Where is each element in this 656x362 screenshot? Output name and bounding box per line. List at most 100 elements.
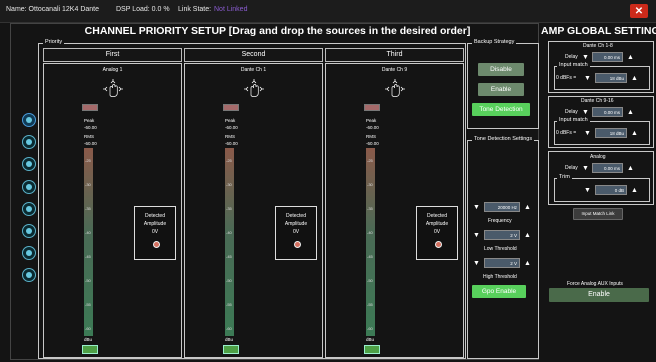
dante-1-8-match-stepper[interactable]: ▼ 18 dBu ▲: [582, 73, 640, 84]
amplitude-value: 0V: [292, 229, 300, 235]
peak-indicator: [82, 104, 98, 111]
drag-hand-icon[interactable]: [243, 78, 265, 98]
frequency-value[interactable]: 20000 Hz: [484, 202, 520, 212]
increment-icon[interactable]: ▲: [625, 163, 636, 174]
channel-knob-5[interactable]: [22, 202, 36, 216]
decrement-icon[interactable]: ▼: [471, 258, 482, 269]
scale-tick: -45: [367, 254, 373, 259]
amplitude-value: 0V: [151, 229, 159, 235]
unit-label: dBu: [84, 337, 93, 342]
close-icon: ✕: [634, 5, 644, 17]
decrement-icon[interactable]: ▼: [580, 163, 591, 174]
delay-label: Delay: [565, 165, 578, 171]
channel-knob-3[interactable]: [22, 157, 36, 171]
match-value[interactable]: 18 dBu: [595, 73, 627, 83]
low-threshold-value[interactable]: 2 V: [484, 230, 520, 240]
trim-value[interactable]: 0 dB: [595, 185, 627, 195]
source-name: Analog 1: [102, 67, 123, 73]
detected-label: Detected: [144, 213, 165, 219]
peak-value: -60.00: [84, 125, 97, 130]
peak-value: -60.00: [225, 125, 238, 130]
increment-icon[interactable]: ▲: [625, 52, 636, 63]
scale-tick: -50: [85, 278, 91, 283]
disable-button[interactable]: Disable: [478, 63, 524, 76]
decrement-icon[interactable]: ▼: [582, 73, 593, 84]
source-name: Dante Ch 9: [381, 67, 408, 73]
frequency-stepper[interactable]: ▼ 20000 Hz ▲: [471, 202, 533, 213]
enable-button[interactable]: Enable: [478, 83, 524, 96]
trim-label: Trim: [557, 174, 572, 180]
dante-9-16-label: Dante Ch 9-16: [581, 98, 614, 104]
channel-knob-1[interactable]: [22, 113, 36, 127]
source-panel-first[interactable]: Analog 1 Peak -60.00 RMS -60.00 -25 -30 …: [43, 63, 182, 358]
top-bar: Name: Ottocanali 12K4 Dante DSP Load: 0.…: [0, 0, 656, 23]
decrement-icon[interactable]: ▼: [582, 128, 593, 139]
tone-detection-button[interactable]: Tone Detection: [472, 103, 530, 116]
channel-knob-2[interactable]: [22, 135, 36, 149]
amp-global-title: AMP GLOBAL SETTINGS: [541, 25, 656, 37]
drag-hand-icon[interactable]: [102, 78, 124, 98]
channel-knob-7[interactable]: [22, 246, 36, 260]
input-match-link-button[interactable]: Input Match Link: [573, 208, 623, 220]
analog-trim-stepper[interactable]: ▼ 0 dB ▲: [582, 185, 640, 196]
source-panel-second[interactable]: Dante Ch 1 Peak -60.00 RMS -60.00 -25 -3…: [184, 63, 323, 358]
scale-tick: -25: [226, 158, 232, 163]
delay-value[interactable]: 0.00 ms: [592, 107, 623, 117]
decrement-icon[interactable]: ▼: [471, 202, 482, 213]
scale-tick: -45: [85, 254, 91, 259]
channel-knob-6[interactable]: [22, 224, 36, 238]
signal-indicator: [223, 345, 239, 354]
analog-delay-stepper[interactable]: ▼ 0.00 ms ▲: [580, 163, 636, 174]
signal-indicator: [364, 345, 380, 354]
rms-value: -60.00: [366, 141, 379, 146]
delay-value[interactable]: 0.00 ms: [592, 52, 623, 62]
level-meter: [366, 148, 375, 336]
detected-amplitude-box: Detected Amplitude 0V: [134, 206, 176, 260]
increment-icon[interactable]: ▲: [522, 258, 533, 269]
scale-tick: -60: [367, 326, 373, 331]
gpo-enable-button[interactable]: Gpo Enable: [472, 285, 526, 298]
low-threshold-stepper[interactable]: ▼ 2 V ▲: [471, 230, 533, 241]
decrement-icon[interactable]: ▼: [582, 185, 593, 196]
column-header-third: Third: [325, 48, 464, 62]
scale-tick: -35: [85, 206, 91, 211]
increment-icon[interactable]: ▲: [522, 202, 533, 213]
increment-icon[interactable]: ▲: [522, 230, 533, 241]
match-value[interactable]: 18 dBu: [595, 128, 627, 138]
detected-amplitude-box: Detected Amplitude 0V: [275, 206, 317, 260]
unit-label: dBu: [366, 337, 375, 342]
scale-tick: -50: [367, 278, 373, 283]
detected-label: Detected: [426, 213, 447, 219]
high-threshold-stepper[interactable]: ▼ 2 V ▲: [471, 258, 533, 269]
source-panel-third[interactable]: Dante Ch 9 Peak -60.00 RMS -60.00 -25 -3…: [325, 63, 464, 358]
rms-label: RMS: [225, 134, 235, 139]
close-button[interactable]: ✕: [630, 4, 648, 18]
increment-icon[interactable]: ▲: [629, 185, 640, 196]
scale-tick: -50: [226, 278, 232, 283]
low-threshold-label: Low Threshold: [484, 246, 517, 252]
high-threshold-value[interactable]: 2 V: [484, 258, 520, 268]
dante-9-16-match-stepper[interactable]: ▼ 18 dBu ▲: [582, 128, 640, 139]
channel-knob-4[interactable]: [22, 180, 36, 194]
level-meter: [225, 148, 234, 336]
force-analog-enable-button[interactable]: Enable: [549, 288, 649, 302]
decrement-icon[interactable]: ▼: [471, 230, 482, 241]
increment-icon[interactable]: ▲: [629, 128, 640, 139]
increment-icon[interactable]: ▲: [625, 107, 636, 118]
signal-indicator: [82, 345, 98, 354]
amplitude-value: 0V: [433, 229, 441, 235]
channel-knob-8[interactable]: [22, 268, 36, 282]
link-state-label: Link State:: [178, 6, 212, 13]
drag-hand-icon[interactable]: [384, 78, 406, 98]
amplitude-label: Amplitude: [425, 221, 449, 227]
rms-value: -60.00: [225, 141, 238, 146]
rms-label: RMS: [84, 134, 94, 139]
scale-tick: -25: [85, 158, 91, 163]
frequency-label: Frequency: [488, 218, 512, 224]
scale-tick: -30: [367, 182, 373, 187]
delay-value[interactable]: 0.00 ms: [592, 163, 623, 173]
input-match-label: Input match: [557, 117, 590, 123]
increment-icon[interactable]: ▲: [629, 73, 640, 84]
scale-tick: -55: [226, 302, 232, 307]
scale-tick: -30: [85, 182, 91, 187]
